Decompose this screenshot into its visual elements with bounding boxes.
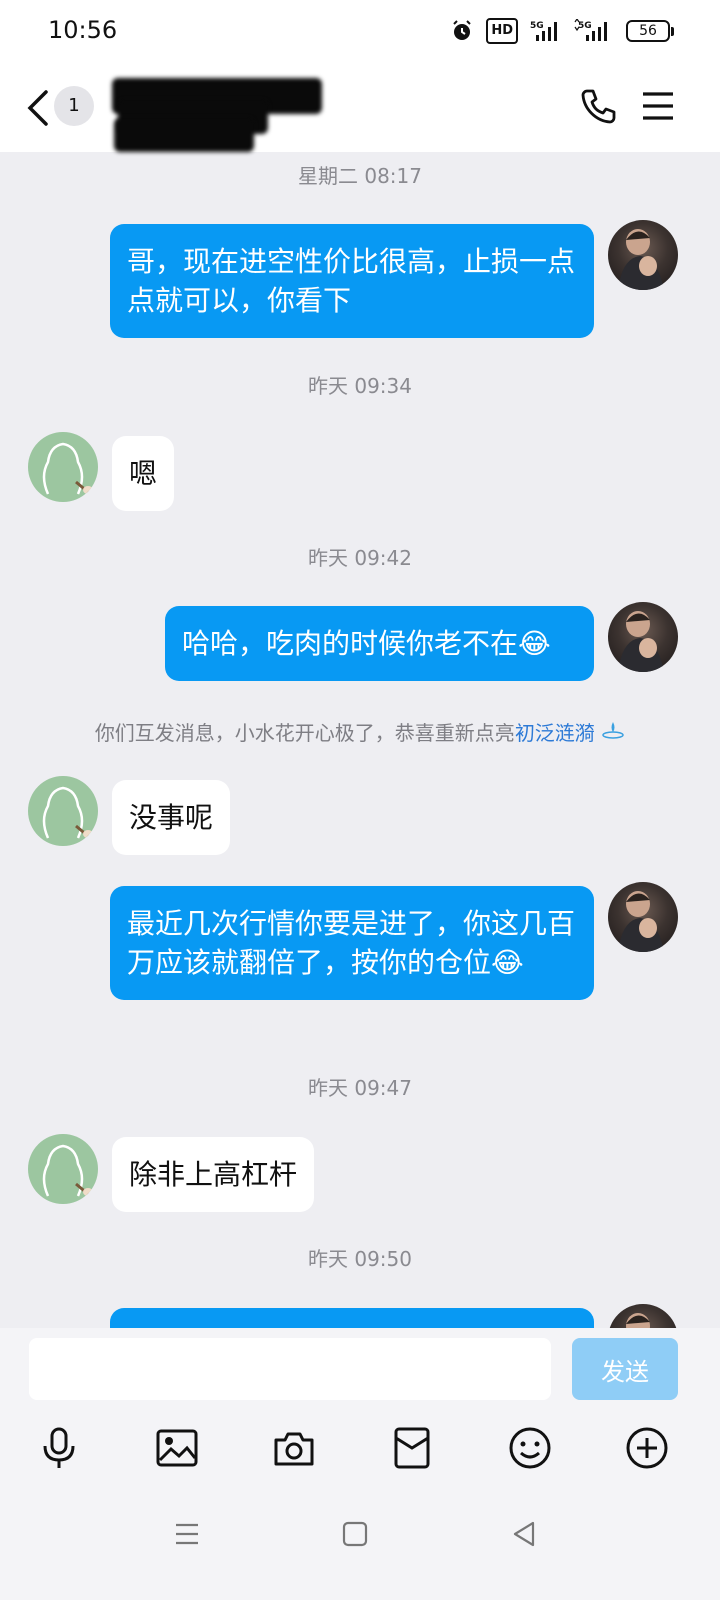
system-nav-bar (0, 1498, 720, 1578)
timestamp: 昨天 09:47 (308, 1076, 412, 1100)
red-packet-icon[interactable] (382, 1418, 442, 1478)
system-message-link[interactable]: 初泛涟漪 (515, 721, 595, 745)
avatar-contact[interactable] (28, 1134, 98, 1204)
timestamp: 昨天 09:50 (308, 1247, 412, 1271)
avatar-self[interactable] (608, 1304, 678, 1328)
timestamp: 昨天 09:34 (308, 374, 412, 398)
system-message-text: 你们互发消息，小水花开心极了，恭喜重新点亮 (94, 721, 515, 745)
battery-level: 56 (626, 20, 670, 42)
camera-icon[interactable] (264, 1418, 324, 1478)
signal-5g-icon-2: 5G (574, 18, 614, 44)
menu-icon[interactable] (167, 1514, 207, 1554)
hd-icon: HD (486, 18, 518, 44)
status-icons: HD 5G 5G 56 (450, 18, 674, 44)
battery-icon: 56 (626, 20, 674, 42)
system-message: 你们互发消息，小水花开心极了，恭喜重新点亮初泛涟漪 (0, 717, 720, 746)
plus-icon[interactable] (617, 1418, 677, 1478)
message-bubble-in[interactable]: 除非上高杠杆 (112, 1137, 315, 1212)
svg-text:5G: 5G (578, 21, 592, 31)
back-icon[interactable] (504, 1514, 544, 1554)
alarm-icon (450, 18, 474, 44)
hamburger-icon (643, 92, 673, 120)
emoji-icon[interactable] (500, 1418, 560, 1478)
timestamp: 昨天 09:42 (308, 546, 412, 570)
menu-button[interactable] (640, 88, 676, 124)
message-input[interactable] (29, 1338, 551, 1400)
chat-header: 1 T (0, 64, 720, 152)
call-button[interactable] (578, 86, 618, 126)
timestamp: 星期二 08:17 (298, 164, 422, 188)
avatar-self[interactable] (608, 220, 678, 290)
message-bubble-in[interactable]: 嗯 (112, 436, 175, 511)
chat-area[interactable]: 星期二 08:17 哥，现在进空性价比很高，止损一点点就可以，你看下 昨天 09… (0, 152, 720, 1328)
avatar-contact[interactable] (28, 432, 98, 502)
back-button[interactable] (22, 86, 54, 130)
microphone-icon[interactable] (29, 1418, 89, 1478)
redaction-scribble (112, 74, 327, 154)
chevron-left-icon (27, 90, 48, 126)
message-bubble-in[interactable]: 没事呢 (112, 780, 231, 855)
avatar-contact[interactable] (28, 776, 98, 846)
status-bar: 10:56 HD 5G 5G 56 (0, 0, 720, 64)
svg-text:5G: 5G (530, 21, 544, 31)
input-area: 发送 (0, 1328, 720, 1600)
signal-5g-icon: 5G (530, 18, 562, 44)
ripple-icon (595, 721, 625, 745)
message-bubble-out[interactable]: 哥，现在进空性价比很高，止损一点点就可以，你看下 (110, 224, 594, 338)
avatar-self[interactable] (608, 882, 678, 952)
phone-icon (581, 89, 616, 124)
message-bubble-out[interactable] (110, 1308, 594, 1328)
status-time: 10:56 (48, 16, 118, 44)
send-button[interactable]: 发送 (572, 1338, 678, 1400)
message-bubble-out[interactable]: 哈哈，吃肉的时候你老不在😂 (165, 606, 594, 681)
input-toolbar (0, 1418, 720, 1478)
home-icon[interactable] (335, 1514, 375, 1554)
image-icon[interactable] (147, 1418, 207, 1478)
message-bubble-out[interactable]: 最近几次行情你要是进了，你这几百万应该就翻倍了，按你的仓位😂 (110, 886, 594, 1000)
avatar-self[interactable] (608, 602, 678, 672)
unread-badge[interactable]: 1 (54, 86, 94, 126)
